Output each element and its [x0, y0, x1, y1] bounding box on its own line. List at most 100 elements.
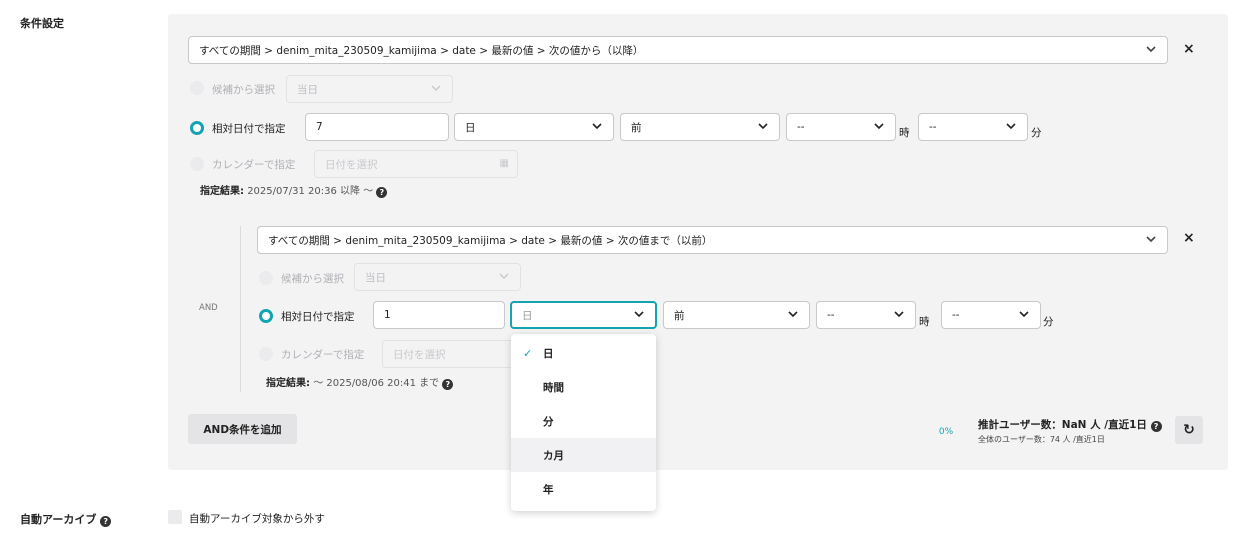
chevron-down-icon: [430, 82, 442, 94]
condition1-result-label: 指定結果:: [200, 186, 244, 197]
and-divider: [240, 226, 241, 392]
dropdown-option-label: カ月: [543, 449, 564, 462]
dropdown-option-minute[interactable]: 分: [511, 404, 656, 438]
condition2-calendar-input[interactable]: 日付を選択: [382, 340, 522, 368]
condition1-hour-value: --: [797, 121, 805, 133]
condition1-relative-value: 7: [316, 121, 323, 133]
dropdown-option-hour[interactable]: 時間: [511, 370, 656, 404]
chevron-down-icon: [893, 308, 905, 320]
condition2-candidate-value: 当日: [365, 271, 386, 284]
dropdown-option-label: 年: [543, 483, 554, 496]
condition1-candidate-value: 当日: [297, 83, 318, 96]
auto-archive-label-text: 自動アーカイブ: [20, 513, 97, 526]
dropdown-option-label: 時間: [543, 381, 564, 394]
condition2-relative-value: 1: [384, 309, 391, 321]
condition2-hour-value: --: [827, 309, 835, 321]
help-icon[interactable]: ?: [100, 516, 112, 527]
condition1-calendar-label: カレンダーで指定: [212, 159, 296, 171]
condition2-minute-unit: 分: [1043, 316, 1054, 328]
refresh-icon: ↻: [1183, 422, 1195, 438]
condition2-unit-select[interactable]: 日: [510, 301, 657, 329]
condition1-radio-calendar[interactable]: [190, 157, 204, 171]
condition2-minute-value: --: [952, 309, 960, 321]
condition1-calendar-placeholder: 日付を選択: [325, 158, 378, 171]
conditions-label: 条件設定: [20, 17, 64, 30]
condition2-direction-select[interactable]: 前: [663, 301, 810, 329]
chevron-down-icon: [633, 308, 645, 320]
estimate-percent: 0%: [938, 427, 954, 437]
condition1-radio-relative[interactable]: [190, 121, 204, 135]
calendar-icon: ▦: [499, 158, 509, 169]
condition2-result-value: ～ 2025/08/06 20:41 まで: [313, 378, 440, 389]
chevron-down-icon: [498, 270, 510, 282]
condition1-remove-button[interactable]: ×: [1183, 41, 1195, 57]
estimate-gauge: 0%: [928, 418, 964, 446]
chevron-down-icon: [1145, 233, 1157, 245]
chevron-down-icon: [1145, 43, 1157, 55]
auto-archive-label: 自動アーカイブ ?: [20, 511, 112, 527]
condition2-calendar-label: カレンダーで指定: [281, 349, 365, 361]
chevron-down-icon: [591, 120, 603, 132]
condition1-direction-select[interactable]: 前: [620, 113, 780, 141]
total-users-text: 全体のユーザー数：74 人 /直近1日: [978, 435, 1105, 444]
chevron-down-icon: [787, 308, 799, 320]
unit-dropdown-menu: ✓ 日 時間 分 カ月 年: [511, 334, 656, 511]
condition1-relative-input[interactable]: 7: [305, 113, 449, 141]
estimate-text: 推計ユーザー数：NaN 人 /直近1日 ?: [978, 417, 1162, 432]
condition2-result-label: 指定結果:: [266, 378, 310, 389]
condition1-candidate-label: 候補から選択: [212, 84, 275, 96]
condition1-hour-select[interactable]: --: [786, 113, 896, 141]
chevron-down-icon: [1005, 120, 1017, 132]
condition1-candidate-select[interactable]: 当日: [286, 75, 453, 103]
condition1-result: 指定結果: 2025/07/31 20:36 以降 ～ ?: [200, 182, 388, 198]
condition2-hour-select[interactable]: --: [816, 301, 916, 329]
check-icon: ✓: [523, 346, 533, 360]
condition1-path-text: すべての期間 > denim_mita_230509_kamijima > da…: [199, 44, 644, 57]
help-icon[interactable]: ?: [442, 379, 454, 390]
condition1-unit-select[interactable]: 日: [454, 113, 614, 141]
condition1-unit-value: 日: [465, 121, 476, 134]
dropdown-option-label: 日: [543, 347, 554, 360]
condition1-direction-value: 前: [631, 121, 642, 134]
condition2-candidate-label: 候補から選択: [281, 273, 344, 285]
auto-archive-checkbox[interactable]: [168, 510, 182, 524]
chevron-down-icon: [757, 120, 769, 132]
condition2-path-select[interactable]: すべての期間 > denim_mita_230509_kamijima > da…: [257, 226, 1168, 254]
condition2-relative-label: 相対日付で指定: [281, 311, 355, 323]
condition2-minute-select[interactable]: --: [941, 301, 1041, 329]
dropdown-option-month[interactable]: カ月: [511, 438, 656, 472]
condition1-radio-candidate[interactable]: [190, 81, 204, 95]
chevron-down-icon: [873, 120, 885, 132]
condition2-unit-value: 日: [522, 309, 533, 322]
and-label: AND: [199, 303, 218, 313]
condition2-radio-relative[interactable]: [259, 309, 273, 323]
refresh-button[interactable]: ↻: [1175, 416, 1203, 444]
condition1-minute-value: --: [929, 121, 937, 133]
condition2-relative-input[interactable]: 1: [373, 301, 505, 329]
condition1-calendar-input[interactable]: 日付を選択 ▦: [314, 150, 518, 178]
condition2-result: 指定結果: ～ 2025/08/06 20:41 まで ?: [266, 374, 454, 390]
chevron-down-icon: [1018, 308, 1030, 320]
condition2-hour-unit: 時: [919, 316, 930, 328]
condition2-calendar-placeholder: 日付を選択: [393, 348, 446, 361]
help-icon[interactable]: ?: [1150, 421, 1162, 432]
condition1-result-value: 2025/07/31 20:36 以降 ～: [247, 186, 374, 197]
condition1-relative-label: 相対日付で指定: [212, 123, 286, 135]
condition1-minute-unit: 分: [1031, 127, 1042, 139]
condition2-path-text: すべての期間 > denim_mita_230509_kamijima > da…: [268, 234, 713, 247]
add-and-condition-button[interactable]: AND条件を追加: [188, 414, 297, 444]
condition1-minute-select[interactable]: --: [918, 113, 1028, 141]
estimate-value: 推計ユーザー数：NaN 人 /直近1日: [978, 419, 1147, 431]
dropdown-option-day[interactable]: ✓ 日: [511, 336, 656, 370]
condition1-hour-unit: 時: [899, 127, 910, 139]
help-icon[interactable]: ?: [376, 187, 388, 198]
condition2-candidate-select[interactable]: 当日: [354, 263, 521, 291]
auto-archive-checkbox-label: 自動アーカイブ対象から外す: [189, 513, 325, 525]
dropdown-option-year[interactable]: 年: [511, 472, 656, 506]
condition2-remove-button[interactable]: ×: [1183, 230, 1195, 246]
condition2-radio-calendar[interactable]: [259, 347, 273, 361]
dropdown-option-label: 分: [543, 415, 554, 428]
condition2-direction-value: 前: [674, 309, 685, 322]
condition2-radio-candidate[interactable]: [259, 271, 273, 285]
condition1-path-select[interactable]: すべての期間 > denim_mita_230509_kamijima > da…: [188, 36, 1168, 64]
